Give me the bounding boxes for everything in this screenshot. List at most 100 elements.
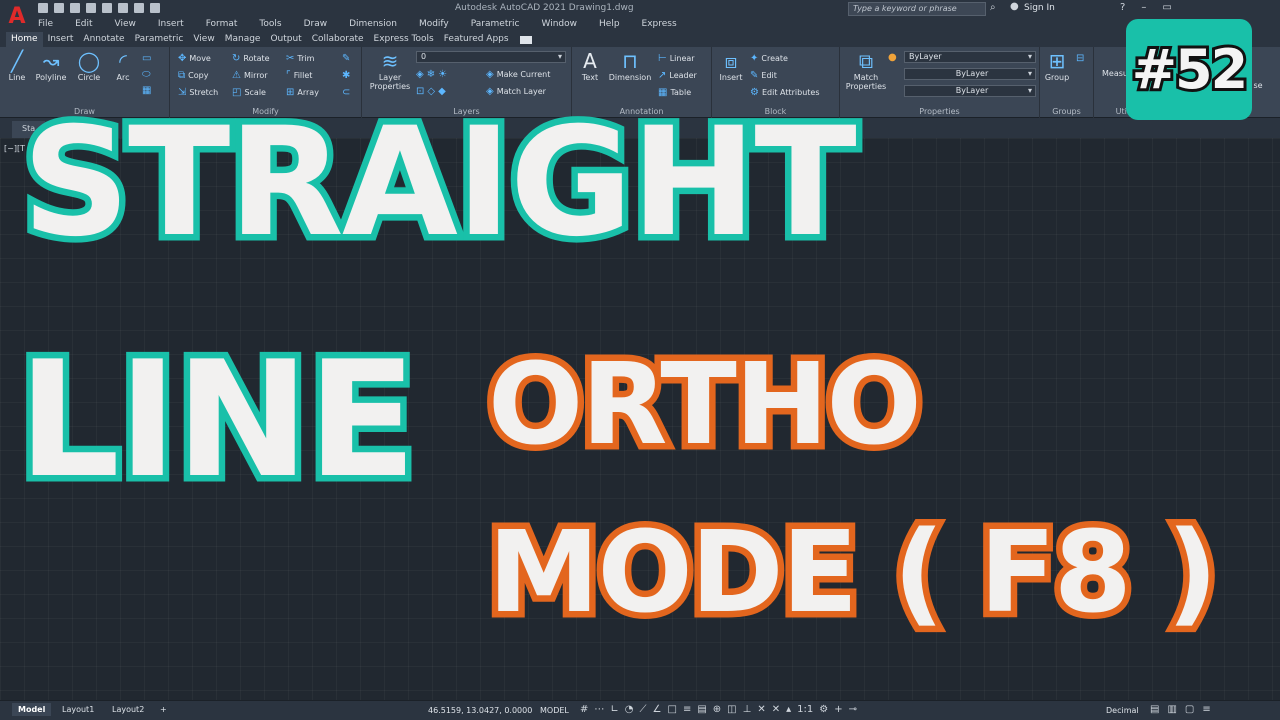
search-icon[interactable]: ⌕ (990, 2, 996, 13)
layer-isolate-icon[interactable]: ◈ (416, 69, 424, 80)
selection-cycling-icon[interactable]: ⊕ (713, 704, 721, 715)
save-icon[interactable] (70, 3, 80, 13)
lineweight-dropdown[interactable]: ByLayer (904, 85, 1036, 97)
menu-dimension[interactable]: Dimension (349, 19, 397, 29)
minimize-icon[interactable]: – (1141, 2, 1146, 13)
autocad-logo-icon[interactable]: A (4, 4, 30, 30)
menu-tools[interactable]: Tools (259, 19, 281, 29)
text-button[interactable]: A Text (576, 49, 604, 82)
tab-manage[interactable]: Manage (220, 32, 266, 47)
tab-home[interactable]: Home (6, 32, 43, 47)
workspace-gear-icon[interactable]: ⚙ (819, 704, 828, 715)
panel-title-properties[interactable]: Properties (840, 107, 1039, 116)
group-button[interactable]: ⊞ Group (1042, 49, 1072, 82)
menu-draw[interactable]: Draw (304, 19, 328, 29)
redo-icon[interactable] (134, 3, 144, 13)
tab-parametric[interactable]: Parametric (130, 32, 189, 47)
arc-button[interactable]: ◜ Arc (108, 49, 138, 82)
grid-icon[interactable]: # (580, 704, 588, 715)
isolate-icon[interactable]: ⊸ (849, 704, 857, 715)
leader-button[interactable]: ↗ Leader (658, 70, 697, 81)
osnap-tracking-icon[interactable]: ∠ (653, 704, 662, 715)
lineweight-icon[interactable]: ≡ (683, 704, 691, 715)
isodraft-icon[interactable]: ⟋ (640, 704, 647, 715)
edit-block-button[interactable]: ✎ Edit (750, 70, 777, 81)
model-space-button[interactable]: MODEL (540, 706, 569, 715)
layout-tab-layout2[interactable]: Layout2 (106, 703, 150, 716)
tab-annotate[interactable]: Annotate (78, 32, 129, 47)
insert-block-button[interactable]: ⧈ Insert (716, 49, 746, 82)
tab-featured-apps[interactable]: Featured Apps (439, 32, 514, 47)
tab-view[interactable]: View (188, 32, 219, 47)
search-input[interactable]: Type a keyword or phrase (848, 2, 986, 16)
menu-window[interactable]: Window (542, 19, 578, 29)
panel-title-groups[interactable]: Groups (1040, 107, 1093, 116)
linear-button[interactable]: ⊢ Linear (658, 53, 695, 64)
rectangle-tool[interactable]: ▭ (142, 53, 154, 64)
menu-format[interactable]: Format (206, 19, 238, 29)
hatch-tool[interactable]: ▦ (142, 85, 154, 96)
restore-icon[interactable]: ▭ (1162, 2, 1171, 13)
dimension-button[interactable]: ⊓ Dimension (606, 49, 654, 82)
menu-express[interactable]: Express (642, 19, 677, 29)
ellipse-tool[interactable]: ⬭ (142, 69, 154, 80)
menu-parametric[interactable]: Parametric (471, 19, 520, 29)
sign-in-link[interactable]: Sign In (1024, 3, 1055, 13)
tab-output[interactable]: Output (265, 32, 306, 47)
explode-tool[interactable]: ✱ (342, 70, 353, 81)
linetype-dropdown[interactable]: ByLayer (904, 68, 1036, 80)
create-block-button[interactable]: ✦ Create (750, 53, 788, 64)
annotation-visibility-icon[interactable]: ✕ (757, 704, 765, 715)
tab-insert[interactable]: Insert (43, 32, 79, 47)
copy-button[interactable]: ⧉ Copy (178, 70, 208, 81)
layer-properties-button[interactable]: ≋ Layer Properties (368, 49, 412, 91)
menu-insert[interactable]: Insert (158, 19, 184, 29)
clean-screen-icon[interactable]: ▢ (1185, 704, 1194, 715)
menu-view[interactable]: View (115, 19, 136, 29)
units-dropdown[interactable]: Decimal (1106, 706, 1139, 715)
auto-scale-icon[interactable]: ✕ (772, 704, 780, 715)
save-as-icon[interactable] (86, 3, 96, 13)
add-layout-button[interactable]: + (154, 703, 173, 716)
match-properties-button[interactable]: ⧉ Match Properties (844, 49, 888, 91)
layout-tab-layout1[interactable]: Layout1 (56, 703, 100, 716)
layer-freeze-icon[interactable]: ❄ (427, 69, 435, 80)
quick-properties-icon[interactable]: ▤ (1150, 704, 1159, 715)
tab-collaborate[interactable]: Collaborate (307, 32, 369, 47)
mirror-button[interactable]: ⚠ Mirror (232, 70, 268, 81)
osnap-icon[interactable]: □ (667, 704, 676, 715)
snap-icon[interactable]: ⋯ (594, 704, 604, 715)
fillet-button[interactable]: ⌜ Fillet (286, 70, 312, 81)
menu-file[interactable]: File (38, 19, 53, 29)
menu-help[interactable]: Help (599, 19, 620, 29)
menu-modify[interactable]: Modify (419, 19, 449, 29)
circle-button[interactable]: ◯ Circle (74, 49, 104, 82)
hardware-acceleration-icon[interactable]: ▥ (1167, 704, 1176, 715)
plus-icon[interactable]: + (834, 704, 842, 715)
rotate-button[interactable]: ↻ Rotate (232, 53, 270, 64)
trim-button[interactable]: ✂ Trim (286, 53, 314, 64)
ortho-icon[interactable]: ∟ (610, 704, 618, 715)
workspace-icon[interactable] (150, 3, 160, 13)
polyline-button[interactable]: ↝ Polyline (32, 49, 70, 82)
ungroup-tool[interactable]: ⊟ (1076, 53, 1087, 64)
customization-icon[interactable]: ≡ (1202, 704, 1210, 715)
dynamic-ucs-icon[interactable]: ⊥ (743, 704, 752, 715)
tab-express-tools[interactable]: Express Tools (369, 32, 439, 47)
polar-icon[interactable]: ◔ (625, 704, 634, 715)
transparency-icon[interactable]: ▤ (697, 704, 706, 715)
color-dropdown[interactable]: ByLayer (904, 51, 1036, 63)
line-button[interactable]: ╱ Line (4, 49, 30, 82)
layout-tab-model[interactable]: Model (12, 703, 52, 716)
erase-tool[interactable]: ✎ (342, 53, 353, 64)
undo-icon[interactable] (118, 3, 128, 13)
help-icon[interactable]: ? (1120, 2, 1125, 13)
move-button[interactable]: ✥ Move (178, 53, 211, 64)
open-icon[interactable] (54, 3, 64, 13)
new-icon[interactable] (38, 3, 48, 13)
layer-off-icon[interactable]: ☀ (438, 69, 447, 80)
layer-dropdown[interactable]: 0 (416, 51, 566, 63)
ribbon-toggle-icon[interactable] (519, 36, 532, 44)
print-icon[interactable] (102, 3, 112, 13)
make-current-button[interactable]: ◈ Make Current (486, 69, 550, 80)
